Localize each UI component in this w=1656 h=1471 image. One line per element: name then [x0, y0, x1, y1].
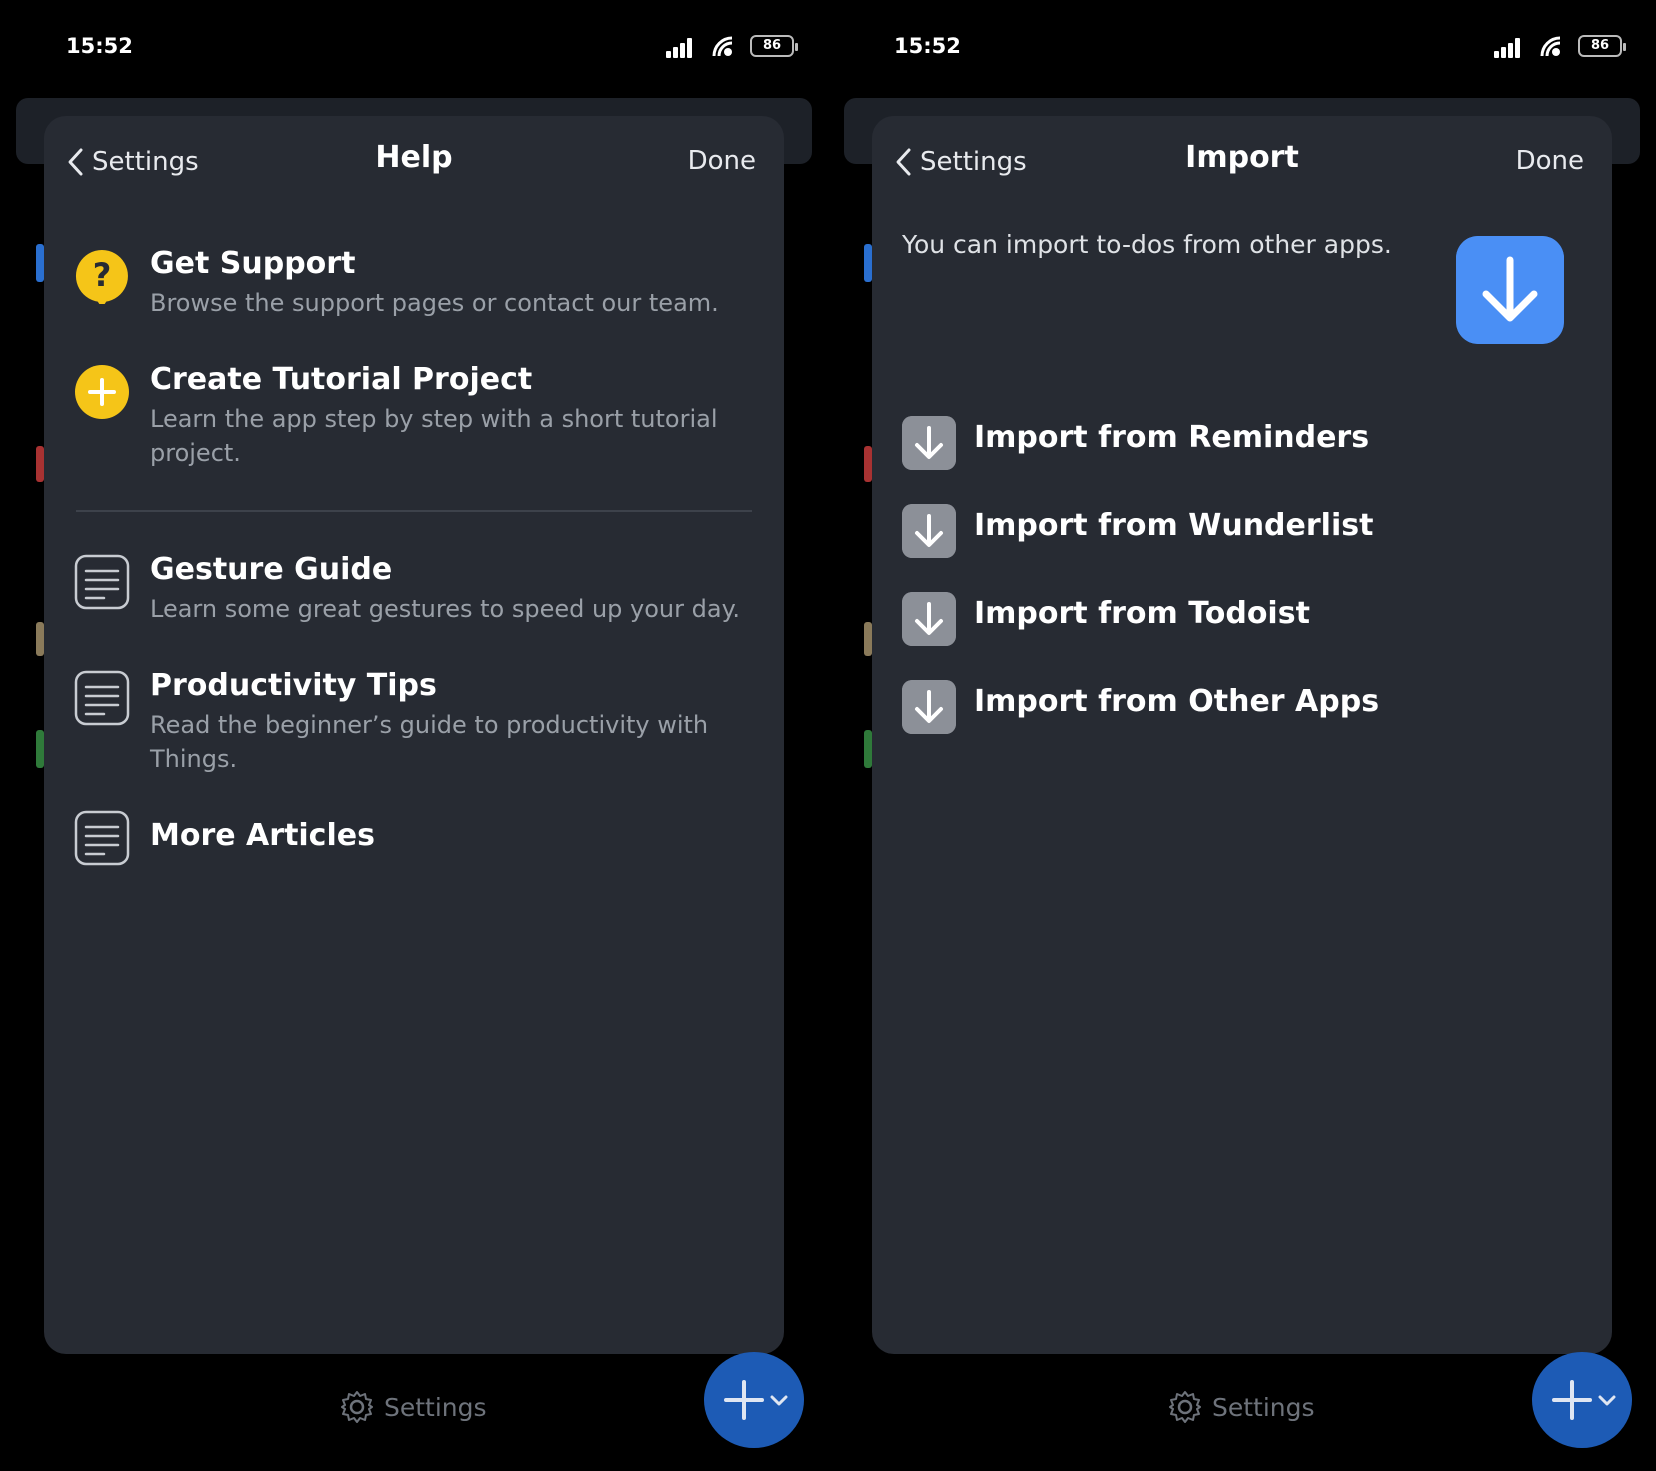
wifi-icon [712, 36, 733, 57]
settings-button-label: Settings [384, 1392, 487, 1422]
battery-indicator: 86 [750, 35, 798, 57]
page-title: Help [375, 140, 453, 175]
import-item-label: Import from Wunderlist [974, 508, 1374, 543]
background-list-marker [36, 730, 44, 768]
help-item-subtitle: Learn some great gestures to speed up yo… [150, 595, 740, 623]
help-item-subtitle: Read the beginner’s guide to productivit… [150, 711, 709, 773]
add-icon [724, 1380, 788, 1420]
help-item-more-articles[interactable]: More Articles [74, 806, 774, 870]
help-item-title: Create Tutorial Project [150, 362, 533, 397]
background-list-marker [36, 244, 44, 282]
help-item-subtitle: Browse the support pages or contact our … [150, 289, 719, 317]
import-sheet: Settings Import Done You can import to-d… [872, 116, 1612, 1354]
help-icon: ? [75, 250, 128, 304]
wifi-icon [1540, 36, 1561, 57]
help-screen: 15:52 86 Settings Help Done ? Get Suppor… [0, 0, 828, 1471]
import-item-label: Import from Todoist [974, 596, 1310, 631]
import-from-todoist[interactable]: Import from Todoist [902, 588, 1592, 648]
background-list-marker [864, 244, 872, 282]
help-item-productivity-tips[interactable]: Productivity Tips Read the beginner’s gu… [74, 666, 774, 776]
document-icon [74, 810, 130, 866]
help-item-title: More Articles [150, 818, 375, 853]
signal-icon [1494, 36, 1526, 58]
background-list-marker [36, 622, 44, 656]
help-item-gesture-guide[interactable]: Gesture Guide Learn some great gestures … [74, 550, 774, 630]
download-icon [902, 504, 956, 558]
signal-icon [666, 36, 698, 58]
status-icons: 86 [666, 34, 806, 60]
help-item-subtitle: Learn the app step by step with a short … [150, 405, 718, 467]
import-from-other-apps[interactable]: Import from Other Apps [902, 676, 1592, 736]
help-item-title: Gesture Guide [150, 552, 393, 587]
svg-text:?: ? [93, 256, 112, 294]
document-icon [74, 670, 130, 726]
background-list-marker [864, 446, 872, 482]
new-todo-button[interactable] [704, 1352, 804, 1448]
navigation-bar: Settings Help Done [44, 116, 784, 206]
new-todo-button[interactable] [1532, 1352, 1632, 1448]
document-icon [74, 554, 130, 610]
import-item-label: Import from Reminders [974, 420, 1370, 455]
status-icons: 86 [1494, 34, 1634, 60]
help-item-title: Productivity Tips [150, 668, 437, 703]
settings-button-label: Settings [1212, 1392, 1315, 1422]
import-item-label: Import from Other Apps [974, 684, 1380, 719]
status-time: 15:52 [66, 34, 133, 58]
battery-indicator: 86 [1578, 35, 1626, 57]
download-icon [902, 592, 956, 646]
status-time: 15:52 [894, 34, 961, 58]
import-from-reminders[interactable]: Import from Reminders [902, 412, 1592, 472]
navigation-bar: Settings Import Done [872, 116, 1612, 206]
background-list-marker [864, 730, 872, 768]
section-divider [76, 510, 752, 512]
help-sheet: Settings Help Done ? Get Support Browse … [44, 116, 784, 1354]
done-button[interactable]: Done [688, 146, 756, 176]
help-item-get-support[interactable]: ? Get Support Browse the support pages o… [74, 244, 774, 324]
gear-icon [1169, 1391, 1201, 1423]
import-download-icon [1456, 236, 1564, 344]
import-screen: 15:52 86 Settings Import Done You can im… [828, 0, 1656, 1471]
download-icon [902, 416, 956, 470]
add-icon [75, 365, 129, 419]
help-item-create-tutorial[interactable]: Create Tutorial Project Learn the app st… [74, 360, 774, 470]
page-title: Import [1185, 140, 1299, 175]
import-description: You can import to-dos from other apps. [902, 230, 1392, 259]
add-icon [1552, 1380, 1616, 1420]
import-from-wunderlist[interactable]: Import from Wunderlist [902, 500, 1592, 560]
background-list-marker [864, 622, 872, 656]
settings-button[interactable]: Settings [340, 1390, 487, 1424]
background-list-marker [36, 446, 44, 482]
done-button[interactable]: Done [1516, 146, 1584, 176]
download-icon [902, 680, 956, 734]
help-item-title: Get Support [150, 246, 356, 281]
settings-button[interactable]: Settings [1168, 1390, 1315, 1424]
gear-icon [341, 1391, 373, 1423]
